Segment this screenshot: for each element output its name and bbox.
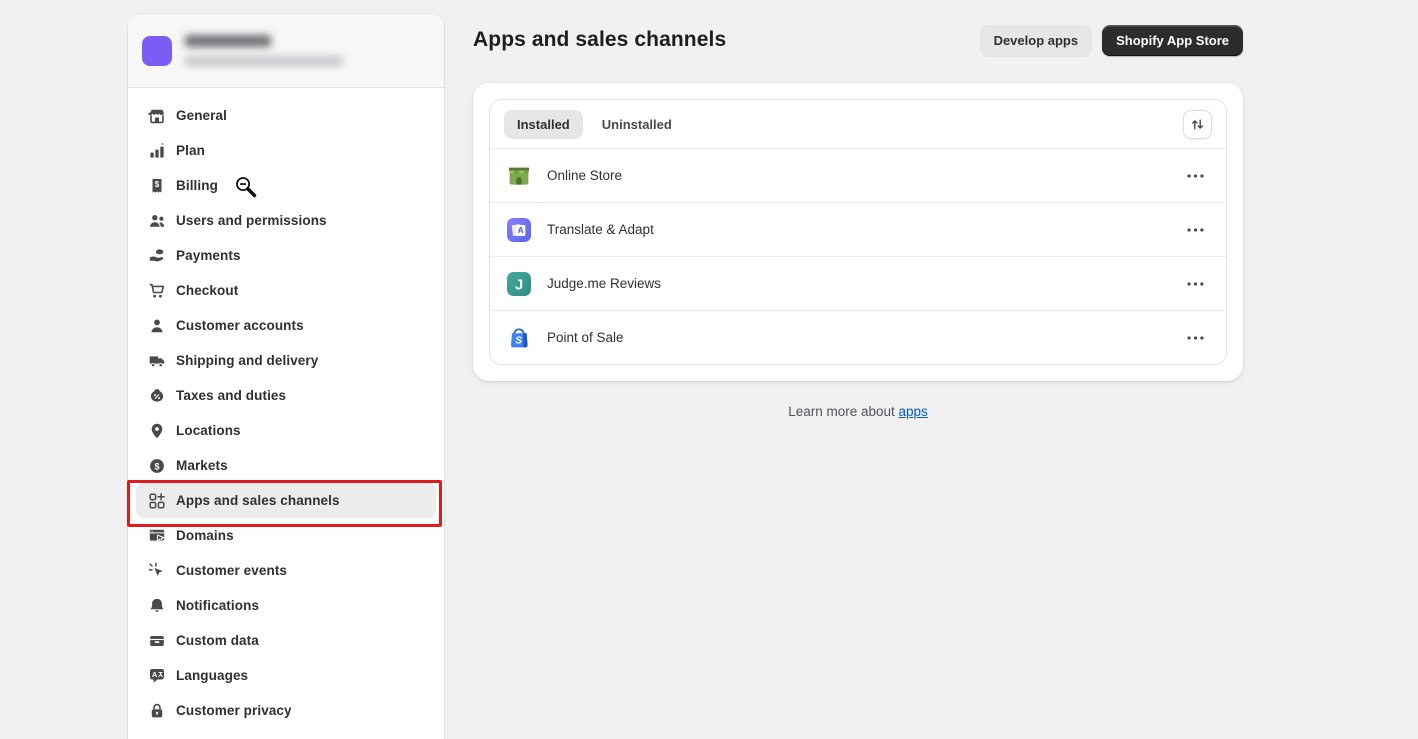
- sidebar-item-payments[interactable]: Payments: [136, 238, 436, 273]
- tax-icon: [148, 387, 166, 405]
- sidebar-item-label: Custom data: [176, 633, 259, 648]
- apps-icon: [148, 492, 166, 510]
- bell-icon: [148, 597, 166, 615]
- sidebar-item-checkout[interactable]: Checkout: [136, 273, 436, 308]
- apps-list: Online Store Translate & Adapt Judge.me …: [490, 148, 1226, 364]
- languages-icon: [148, 667, 166, 685]
- sidebar-item-label: Customer accounts: [176, 318, 304, 333]
- sort-button[interactable]: [1183, 110, 1212, 139]
- tab-installed[interactable]: Installed: [504, 110, 583, 139]
- sidebar-item-label: Customer events: [176, 563, 287, 578]
- app-row-translate-adapt[interactable]: Translate & Adapt: [490, 202, 1226, 256]
- plan-icon: [148, 142, 166, 160]
- online-store-app-icon: [506, 163, 532, 189]
- store-email-redacted: [185, 56, 343, 66]
- ellipsis-icon: [1187, 228, 1204, 232]
- store-name-redacted: [185, 35, 271, 47]
- shopify-app-store-button[interactable]: Shopify App Store: [1102, 25, 1243, 56]
- pin-icon: [148, 422, 166, 440]
- lock-icon: [148, 702, 166, 720]
- settings-sidebar: General Plan Billing Users and permissio…: [128, 14, 444, 739]
- sidebar-item-label: Locations: [176, 423, 241, 438]
- sidebar-item-label: Customer privacy: [176, 703, 292, 718]
- sidebar-item-label: Apps and sales channels: [176, 493, 340, 508]
- users-icon: [148, 212, 166, 230]
- truck-icon: [148, 352, 166, 370]
- store-icon: [148, 107, 166, 125]
- sidebar-item-label: Domains: [176, 528, 234, 543]
- row-actions-button[interactable]: [1180, 324, 1210, 352]
- store-header: [128, 14, 444, 88]
- develop-apps-button[interactable]: Develop apps: [980, 25, 1093, 56]
- sidebar-item-label: General: [176, 108, 227, 123]
- sidebar-item-apps-and-sales-channels[interactable]: Apps and sales channels: [136, 483, 436, 518]
- tab-uninstalled[interactable]: Uninstalled: [589, 110, 685, 139]
- apps-tabs: Installed Uninstalled: [490, 100, 1226, 148]
- sidebar-item-label: Checkout: [176, 283, 238, 298]
- sidebar-item-markets[interactable]: Markets: [136, 448, 436, 483]
- ellipsis-icon: [1187, 282, 1204, 286]
- judgeme-app-icon: [506, 271, 532, 297]
- app-name: Point of Sale: [547, 330, 624, 345]
- zoom-out-cursor: [234, 175, 258, 199]
- sidebar-item-users-and-permissions[interactable]: Users and permissions: [136, 203, 436, 238]
- sidebar-item-label: Billing: [176, 178, 218, 193]
- apps-link[interactable]: apps: [899, 404, 928, 419]
- data-icon: [148, 632, 166, 650]
- sidebar-item-languages[interactable]: Languages: [136, 658, 436, 693]
- sidebar-item-domains[interactable]: Domains: [136, 518, 436, 553]
- sort-arrows-icon: [1190, 117, 1205, 132]
- sidebar-item-customer-events[interactable]: Customer events: [136, 553, 436, 588]
- sidebar-item-general[interactable]: General: [136, 98, 436, 133]
- app-name: Online Store: [547, 168, 622, 183]
- sidebar-item-label: Notifications: [176, 598, 259, 613]
- sidebar-item-label: Payments: [176, 248, 241, 263]
- ellipsis-icon: [1187, 336, 1204, 340]
- translate-adapt-app-icon: [506, 217, 532, 243]
- domains-icon: [148, 527, 166, 545]
- sidebar-item-label: Languages: [176, 668, 248, 683]
- sidebar-item-customer-privacy[interactable]: Customer privacy: [136, 693, 436, 728]
- globe-icon: [148, 457, 166, 475]
- ellipsis-icon: [1187, 174, 1204, 178]
- sidebar-item-billing[interactable]: Billing: [136, 168, 436, 203]
- app-name: Translate & Adapt: [547, 222, 654, 237]
- sidebar-item-label: Shipping and delivery: [176, 353, 318, 368]
- sidebar-item-label: Taxes and duties: [176, 388, 286, 403]
- store-avatar: [142, 36, 172, 66]
- events-icon: [148, 562, 166, 580]
- learn-more-note: Learn more about apps: [473, 404, 1243, 419]
- sidebar-item-plan[interactable]: Plan: [136, 133, 436, 168]
- apps-card: Installed Uninstalled Online Store Trans…: [473, 83, 1243, 381]
- sidebar-item-label: Users and permissions: [176, 213, 327, 228]
- sidebar-item-notifications[interactable]: Notifications: [136, 588, 436, 623]
- page-header: Apps and sales channels Develop apps Sho…: [473, 18, 1243, 62]
- app-row-point-of-sale[interactable]: Point of Sale: [490, 310, 1226, 364]
- sidebar-item-locations[interactable]: Locations: [136, 413, 436, 448]
- sidebar-item-shipping-and-delivery[interactable]: Shipping and delivery: [136, 343, 436, 378]
- billing-icon: [148, 177, 166, 195]
- app-name: Judge.me Reviews: [547, 276, 661, 291]
- cart-icon: [148, 282, 166, 300]
- apps-inner-card: Installed Uninstalled Online Store Trans…: [489, 99, 1227, 365]
- sidebar-nav: General Plan Billing Users and permissio…: [128, 88, 444, 728]
- sidebar-item-custom-data[interactable]: Custom data: [136, 623, 436, 658]
- sidebar-item-label: Markets: [176, 458, 228, 473]
- page-title: Apps and sales channels: [473, 28, 726, 52]
- payments-icon: [148, 247, 166, 265]
- app-row-online-store[interactable]: Online Store: [490, 148, 1226, 202]
- point-of-sale-app-icon: [506, 325, 532, 351]
- learn-more-text: Learn more about: [788, 404, 898, 419]
- row-actions-button[interactable]: [1180, 216, 1210, 244]
- sidebar-item-customer-accounts[interactable]: Customer accounts: [136, 308, 436, 343]
- app-row-judgeme-reviews[interactable]: Judge.me Reviews: [490, 256, 1226, 310]
- sidebar-item-taxes-and-duties[interactable]: Taxes and duties: [136, 378, 436, 413]
- row-actions-button[interactable]: [1180, 162, 1210, 190]
- sidebar-item-label: Plan: [176, 143, 205, 158]
- row-actions-button[interactable]: [1180, 270, 1210, 298]
- person-icon: [148, 317, 166, 335]
